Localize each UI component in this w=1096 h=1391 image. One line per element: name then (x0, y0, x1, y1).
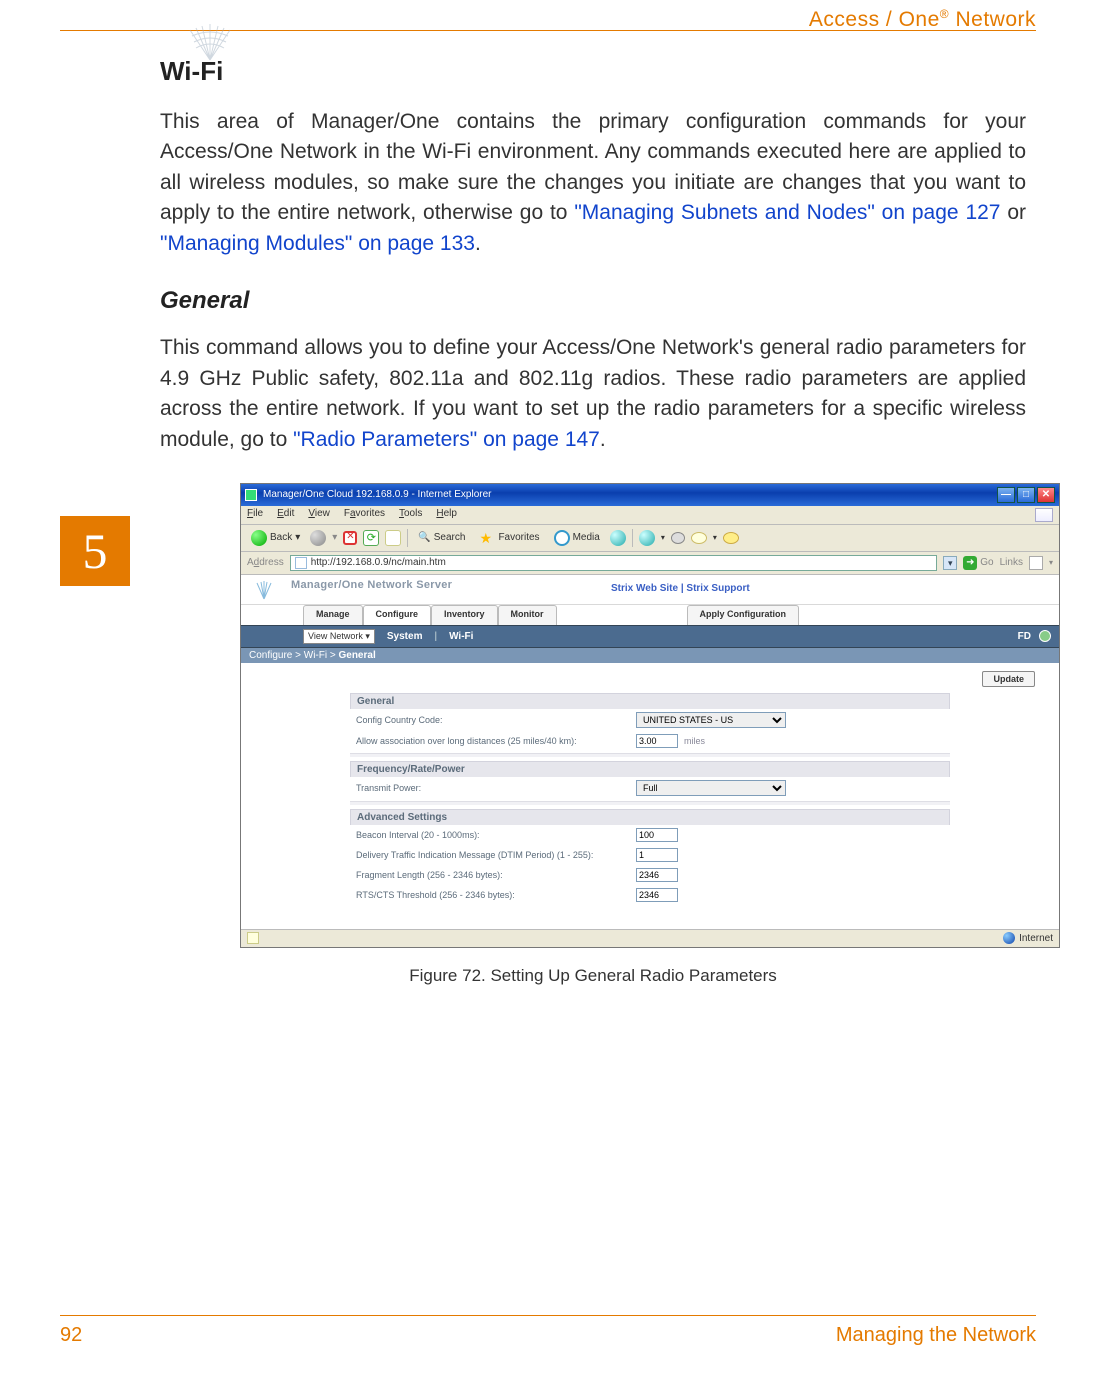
update-button[interactable]: Update (982, 671, 1035, 687)
primary-tabs: Manage Configure Inventory Monitor Apply… (241, 605, 1059, 625)
secondary-nav: View Network ▾ System | Wi-Fi FD (241, 625, 1059, 648)
rts-threshold-input[interactable] (636, 888, 678, 902)
link-managing-modules[interactable]: "Managing Modules" on page 133 (160, 232, 475, 255)
zone-label: Internet (1019, 933, 1053, 944)
beacon-interval-input[interactable] (636, 828, 678, 842)
general-intro-paragraph: This command allows you to define your A… (160, 333, 1026, 455)
menu-favorites[interactable]: Favorites (344, 508, 385, 522)
link-managing-subnets[interactable]: "Managing Subnets and Nodes" on page 127 (574, 201, 1000, 224)
long-distance-input[interactable] (636, 734, 678, 748)
strix-logo-icon (253, 579, 275, 601)
menu-tools[interactable]: Tools (399, 508, 422, 522)
app-title: Manager/One Network Server (291, 579, 452, 591)
product-name: Access / One (809, 8, 940, 31)
group-freq-rate-power: Frequency/Rate/Power (350, 761, 950, 777)
menu-file[interactable]: File (247, 508, 263, 522)
menu-view[interactable]: View (308, 508, 330, 522)
subsection-heading-general: General (160, 287, 1026, 315)
status-left-icon (247, 932, 259, 944)
brand-watermark (180, 22, 240, 62)
go-arrow-icon: ➜ (963, 556, 977, 570)
rts-threshold-label: RTS/CTS Threshold (256 - 2346 bytes): (356, 890, 636, 900)
print-button[interactable] (671, 532, 685, 544)
back-button[interactable]: Back ▾ (247, 528, 304, 548)
embedded-screenshot: Manager/One Cloud 192.168.0.9 - Internet… (240, 483, 1060, 948)
transmit-power-label: Transmit Power: (356, 783, 636, 793)
menu-bar: File Edit View Favorites Tools Help (241, 506, 1059, 525)
edit-button[interactable] (691, 532, 707, 544)
long-distance-unit: miles (684, 736, 705, 746)
search-icon: 🔍 (418, 532, 430, 543)
favorites-button[interactable]: ★Favorites (475, 528, 543, 548)
page-number: 92 (60, 1324, 82, 1347)
link-radio-parameters[interactable]: "Radio Parameters" on page 147 (293, 428, 600, 451)
chapter-title: Managing the Network (836, 1324, 1036, 1347)
country-code-select[interactable]: UNITED STATES - US (636, 712, 786, 728)
tab-inventory[interactable]: Inventory (431, 605, 498, 625)
breadcrumb: Configure > Wi-Fi > General (241, 648, 1059, 663)
url-dropdown[interactable]: ▾ (943, 556, 957, 570)
history-button[interactable] (610, 530, 626, 546)
window-titlebar: Manager/One Cloud 192.168.0.9 - Internet… (241, 484, 1059, 506)
window-title: Manager/One Cloud 192.168.0.9 - Internet… (263, 489, 491, 500)
group-advanced: Advanced Settings (350, 809, 950, 825)
fragment-length-label: Fragment Length (256 - 2346 bytes): (356, 870, 636, 880)
subtab-wifi[interactable]: Wi-Fi (449, 631, 473, 642)
mode-label: FD (1018, 631, 1031, 642)
maximize-button[interactable]: □ (1017, 487, 1035, 503)
stop-button[interactable] (343, 531, 357, 545)
minimize-button[interactable]: — (997, 487, 1015, 503)
long-distance-label: Allow association over long distances (2… (356, 736, 636, 746)
browser-statusbar: Internet (241, 929, 1059, 947)
dtim-period-input[interactable] (636, 848, 678, 862)
figure-caption: Figure 72. Setting Up General Radio Para… (160, 966, 1026, 986)
mail-button[interactable] (639, 530, 655, 546)
app-header: Manager/One Network Server Strix Web Sit… (241, 575, 1059, 605)
tab-manage[interactable]: Manage (303, 605, 363, 625)
page-footer: 92 Managing the Network (60, 1315, 1036, 1347)
search-button[interactable]: 🔍Search (414, 530, 469, 545)
star-icon: ★ (479, 530, 495, 546)
links-label[interactable]: Links (1000, 557, 1023, 568)
refresh-button[interactable]: ⟳ (363, 530, 379, 546)
menu-help[interactable]: Help (436, 508, 457, 522)
vendor-links[interactable]: Strix Web Site | Strix Support (611, 583, 750, 594)
go-button[interactable]: ➜Go (963, 556, 993, 570)
subtab-system[interactable]: System (387, 631, 423, 642)
registered-mark: ® (940, 7, 949, 21)
product-suffix: Network (949, 8, 1036, 31)
chapter-number-tab: 5 (60, 516, 130, 586)
menu-edit[interactable]: Edit (277, 508, 294, 522)
country-code-label: Config Country Code: (356, 715, 636, 725)
config-panel: Update General Config Country Code:UNITE… (241, 663, 1059, 929)
dtim-period-label: Delivery Traffic Indication Message (DTI… (356, 850, 636, 860)
tab-configure[interactable]: Configure (363, 605, 432, 625)
tab-apply-configuration[interactable]: Apply Configuration (687, 605, 800, 625)
media-button[interactable]: Media (550, 528, 604, 548)
address-bar: Address http://192.168.0.9/nc/main.htm ▾… (241, 552, 1059, 575)
close-button[interactable]: ✕ (1037, 487, 1055, 503)
view-scope-dropdown[interactable]: View Network ▾ (303, 629, 375, 644)
ie-throbber-icon (1035, 508, 1053, 522)
refresh-icon[interactable] (1039, 630, 1051, 642)
transmit-power-select[interactable]: Full (636, 780, 786, 796)
address-label: Address (247, 557, 284, 568)
internet-zone-icon (1003, 932, 1015, 944)
group-general: General (350, 693, 950, 709)
beacon-interval-label: Beacon Interval (20 - 1000ms): (356, 830, 636, 840)
tab-monitor[interactable]: Monitor (498, 605, 557, 625)
media-icon (554, 530, 570, 546)
fragment-length-input[interactable] (636, 868, 678, 882)
app-icon (245, 489, 257, 501)
section-heading-wifi: Wi-Fi (160, 56, 1026, 87)
discuss-button[interactable] (723, 532, 739, 544)
forward-button (310, 530, 326, 546)
links-icon (1029, 556, 1043, 570)
browser-toolbar: Back ▾ ▾ ⟳ 🔍Search ★Favorites Media ▾ ▾ (241, 525, 1059, 552)
page-icon (295, 557, 307, 569)
back-icon (251, 530, 267, 546)
wifi-intro-paragraph: This area of Manager/One contains the pr… (160, 107, 1026, 259)
url-field[interactable]: http://192.168.0.9/nc/main.htm (290, 555, 938, 571)
home-button[interactable] (385, 530, 401, 546)
